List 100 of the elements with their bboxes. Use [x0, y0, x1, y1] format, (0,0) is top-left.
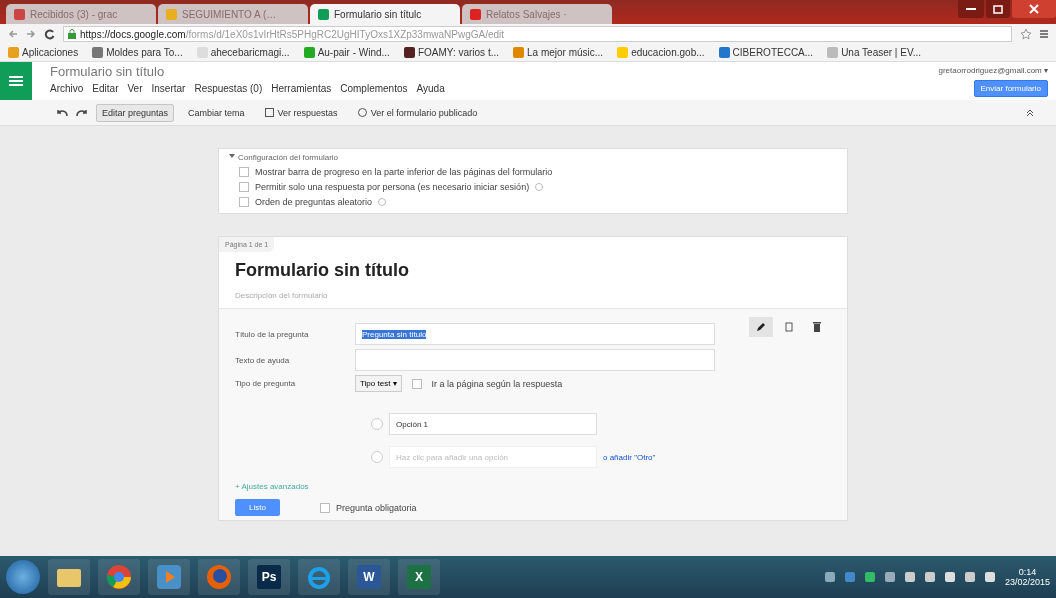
radio-icon	[371, 451, 383, 463]
bookmark[interactable]: Moldes para To...	[92, 47, 183, 58]
edit-button[interactable]	[749, 317, 773, 337]
globe-icon	[357, 108, 367, 117]
radio-icon	[371, 418, 383, 430]
address-bar[interactable]: https://docs.google.com/forms/d/1eX0s1vIrHtRs5PHgRC2UgHITyOxs1XZp33mwaNPwgGA/edit	[63, 26, 1012, 42]
folder-icon	[56, 566, 82, 588]
tray-icon[interactable]	[944, 572, 955, 582]
taskbar-app[interactable]: W	[348, 559, 390, 595]
forward-icon[interactable]	[26, 29, 36, 39]
redo-icon[interactable]	[76, 108, 88, 117]
undo-icon[interactable]	[56, 108, 68, 117]
maximize-icon	[993, 4, 1003, 14]
checkbox[interactable]	[319, 502, 330, 513]
play-icon	[157, 565, 181, 589]
taskbar-app[interactable]	[48, 559, 90, 595]
pencil-icon	[756, 322, 766, 332]
close-button[interactable]	[1012, 0, 1056, 18]
menu-item[interactable]: Respuestas (0)	[194, 83, 263, 94]
bookmark[interactable]: FOAMY: varios t...	[403, 47, 499, 58]
bookmark-icon	[403, 47, 415, 58]
app-icon: W	[357, 565, 381, 589]
tray-icon[interactable]	[924, 572, 935, 582]
back-icon[interactable]	[8, 29, 18, 39]
globe-icon	[206, 564, 232, 590]
menu-item[interactable]: Ver	[127, 83, 143, 94]
favicon-icon	[166, 8, 177, 20]
favicon-icon	[318, 8, 329, 20]
bookmark-icon	[92, 47, 104, 58]
menu-icon[interactable]	[1040, 29, 1048, 39]
browser-icon	[106, 564, 132, 590]
tray-icon[interactable]	[884, 572, 895, 582]
checkbox[interactable]	[239, 182, 249, 192]
reload-icon[interactable]	[44, 28, 55, 40]
forms-logo[interactable]	[0, 62, 32, 100]
favicon-icon	[14, 8, 25, 20]
list-icon	[9, 75, 23, 87]
taskbar-app[interactable]	[98, 559, 140, 595]
help-text-field[interactable]	[355, 349, 715, 371]
star-icon[interactable]	[1020, 28, 1032, 40]
field-label: Título de la pregunta	[235, 329, 310, 339]
tray-icon[interactable]	[864, 572, 875, 582]
browser-tab[interactable]: Formulario sin títulc	[310, 4, 460, 24]
bookmark-icon	[718, 47, 730, 58]
taskbar-app[interactable]	[298, 559, 340, 595]
checkbox-label: Mostrar barra de progreso en la parte inferior de las páginas del formulario	[255, 167, 553, 177]
menu-item[interactable]: Complementos	[340, 83, 408, 94]
bookmark-icon	[8, 47, 19, 58]
checkbox[interactable]	[239, 197, 249, 207]
toolbar-button[interactable]: Ver el formulario publicado	[351, 103, 484, 122]
favicon-icon	[470, 8, 481, 20]
minimize-icon	[966, 7, 976, 11]
menu-item[interactable]: Insertar	[151, 83, 186, 94]
clock[interactable]: 0:14 23/02/2015	[1004, 567, 1050, 587]
field-label: Tipo de pregunta	[235, 379, 297, 388]
menu-item[interactable]: Herramientas	[271, 83, 332, 94]
bookmark[interactable]: ahecebaricmagi...	[196, 47, 290, 58]
toolbar-button[interactable]: Cambiar tema	[182, 103, 251, 122]
taskbar-app[interactable]	[148, 559, 190, 595]
tray-icon[interactable]	[904, 572, 915, 582]
add-other-link[interactable]: o añadir "Otro"	[603, 452, 656, 462]
bookmark[interactable]: educacion.gob...	[617, 47, 705, 58]
app-icon: X	[407, 565, 431, 589]
bookmark[interactable]: CIBEROTECCA...	[718, 47, 814, 58]
minimize-button[interactable]	[958, 0, 984, 18]
document-title[interactable]: Formulario sin título	[50, 64, 939, 79]
tray-icon[interactable]	[824, 572, 835, 582]
menu-item[interactable]: Editar	[92, 83, 119, 94]
bookmark[interactable]: Au-pair - Wind...	[303, 47, 390, 58]
caret-icon	[229, 153, 235, 159]
bookmark-icon	[303, 47, 315, 58]
checkbox-label: Orden de preguntas aleatorio	[255, 197, 373, 207]
bookmark[interactable]: Una Teaser | EV...	[827, 47, 921, 58]
menu-item[interactable]: Ayuda	[416, 83, 445, 94]
question-type-dropdown[interactable]: Tipo test ▾	[355, 375, 402, 392]
bookmark[interactable]: La mejor músic...	[513, 47, 604, 58]
menu-item[interactable]: Archivo	[50, 83, 84, 94]
settings-toggle[interactable]: Configuración del formulario	[229, 153, 339, 162]
checkbox-label: Ir a la página según la respuesta	[431, 378, 563, 389]
taskbar-app[interactable]: X	[398, 559, 440, 595]
browser-e-icon	[306, 564, 332, 590]
bookmark[interactable]: Aplicaciones	[8, 47, 79, 58]
checkbox[interactable]	[411, 378, 422, 389]
toolbar-button[interactable]: Ver respuestas	[258, 103, 344, 122]
app-icon: Ps	[257, 565, 281, 589]
collapse-icon[interactable]	[1026, 108, 1034, 117]
checkbox[interactable]	[239, 167, 249, 177]
account-email[interactable]: gretaorrodriguez@gmail.com ▾	[938, 66, 1048, 75]
start-button[interactable]	[6, 560, 40, 594]
form-title[interactable]: Formulario sin título	[219, 252, 847, 281]
tray-icon[interactable]	[964, 572, 975, 582]
taskbar-app[interactable]	[198, 559, 240, 595]
question-title-field[interactable]: Pregunta sin título	[355, 323, 715, 345]
option-field[interactable]: Opción 1	[389, 413, 597, 435]
checkbox-label: Pregunta obligatoria	[335, 502, 417, 513]
bookmark-icon	[617, 47, 629, 58]
maximize-button[interactable]	[986, 0, 1010, 18]
taskbar-app[interactable]: Ps	[248, 559, 290, 595]
toolbar-button[interactable]: Editar preguntas	[96, 103, 175, 122]
tray-icon[interactable]	[984, 572, 995, 582]
